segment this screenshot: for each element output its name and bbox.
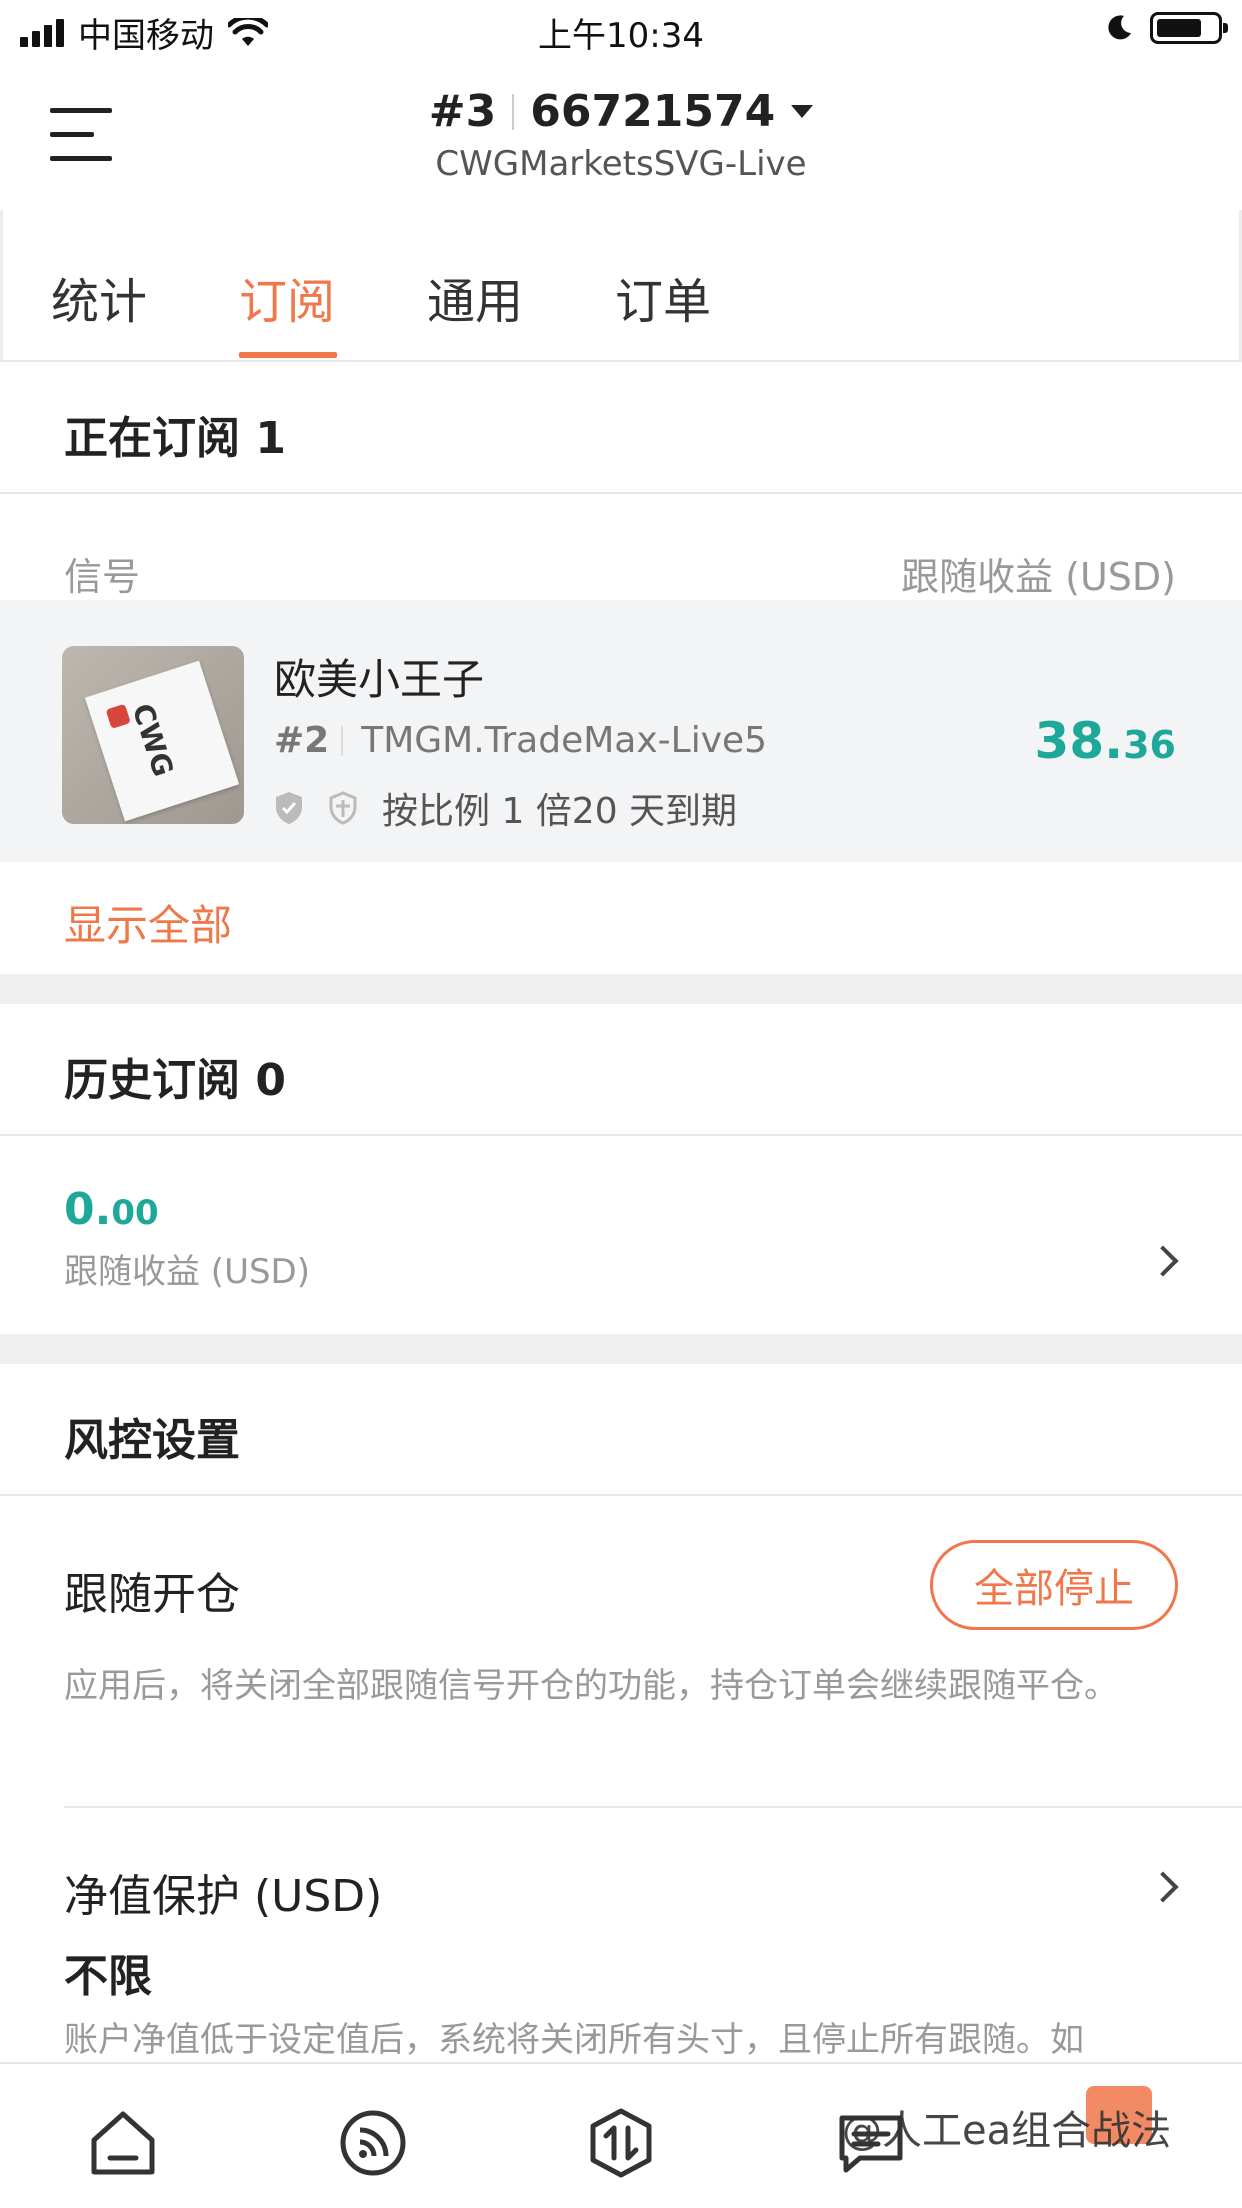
battery-icon	[1150, 12, 1228, 44]
divider	[0, 1494, 1242, 1496]
divider	[0, 1134, 1242, 1136]
active-tab-indicator	[239, 352, 337, 358]
signal-feed-icon[interactable]	[338, 2108, 408, 2178]
history-profit: 0.00	[64, 1184, 159, 1235]
current-subscriptions-title: 正在订阅 1	[64, 413, 286, 464]
verified-shield-icon	[276, 792, 302, 824]
tab-subscriptions[interactable]: 订阅	[239, 262, 335, 332]
risk-shield-icon	[329, 791, 357, 825]
tab-general[interactable]: 通用	[427, 262, 523, 332]
caret-down-icon	[791, 105, 814, 118]
account-number: 66721574	[530, 86, 776, 137]
signal-profit: 38.36	[1034, 712, 1176, 770]
status-bar: 中国移动 上午10:34	[0, 0, 1242, 62]
signal-meta: 按比例 1 倍20 天到期	[274, 782, 737, 834]
account-index: #3	[428, 86, 497, 137]
moon-icon	[1108, 15, 1131, 40]
divider	[0, 492, 1242, 494]
stop-all-button[interactable]: 全部停止	[930, 1540, 1178, 1630]
tab-orders[interactable]: 订单	[615, 262, 711, 332]
chevron-right-icon[interactable]	[1147, 1871, 1179, 1903]
follow-open-label: 跟随开仓	[64, 1569, 240, 1620]
chevron-right-icon[interactable]	[1147, 1245, 1179, 1277]
watermark-text: @人工ea组合战法	[842, 2108, 1172, 2154]
column-signal-label: 信号	[64, 555, 141, 599]
signal-index: #2	[274, 720, 330, 761]
subscription-row[interactable]: CWG 欧美小王子 #2 TMGM.TradeMax-Live5 按比例 1 倍2…	[0, 600, 1242, 862]
follow-open-description: 应用后，将关闭全部跟随信号开仓的功能，持仓订单会继续跟随平仓。	[64, 1666, 1118, 1706]
home-icon[interactable]	[88, 2108, 158, 2178]
section-gap	[0, 974, 1242, 1004]
app-header: #3 66721574 CWGMarketsSVG-Live	[0, 62, 1242, 210]
tab-bar: 统计 订阅 通用 订单	[0, 210, 1242, 362]
tab-statistics[interactable]: 统计	[51, 262, 147, 332]
account-selector[interactable]: #3 66721574	[0, 86, 1242, 137]
risk-settings-title: 风控设置	[64, 1415, 240, 1466]
trade-icon[interactable]	[586, 2108, 656, 2178]
clock: 上午10:34	[538, 16, 704, 56]
signal-terms: 按比例 1 倍20 天到期	[382, 791, 738, 832]
equity-protection-label: 净值保护 (USD)	[64, 1871, 383, 1922]
equity-protection-description: 账户净值低于设定值后，系统将关闭所有头寸，且停止所有跟随。如	[64, 2020, 1084, 2060]
history-subscriptions-title: 历史订阅 0	[64, 1055, 286, 1106]
history-profit-label: 跟随收益 (USD)	[64, 1252, 310, 1292]
show-all-link[interactable]: 显示全部	[64, 892, 232, 953]
signal-account: #2 TMGM.TradeMax-Live5	[274, 720, 767, 761]
section-gap	[0, 1334, 1242, 1364]
column-profit-label: 跟随收益 (USD)	[901, 555, 1176, 599]
signal-avatar: CWG	[62, 646, 244, 824]
signal-name: 欧美小王子	[274, 655, 485, 704]
signal-server: TMGM.TradeMax-Live5	[361, 720, 768, 761]
equity-protection-value: 不限	[64, 1951, 152, 2002]
server-name: CWGMarketsSVG-Live	[435, 144, 807, 184]
divider	[64, 1806, 1242, 1808]
